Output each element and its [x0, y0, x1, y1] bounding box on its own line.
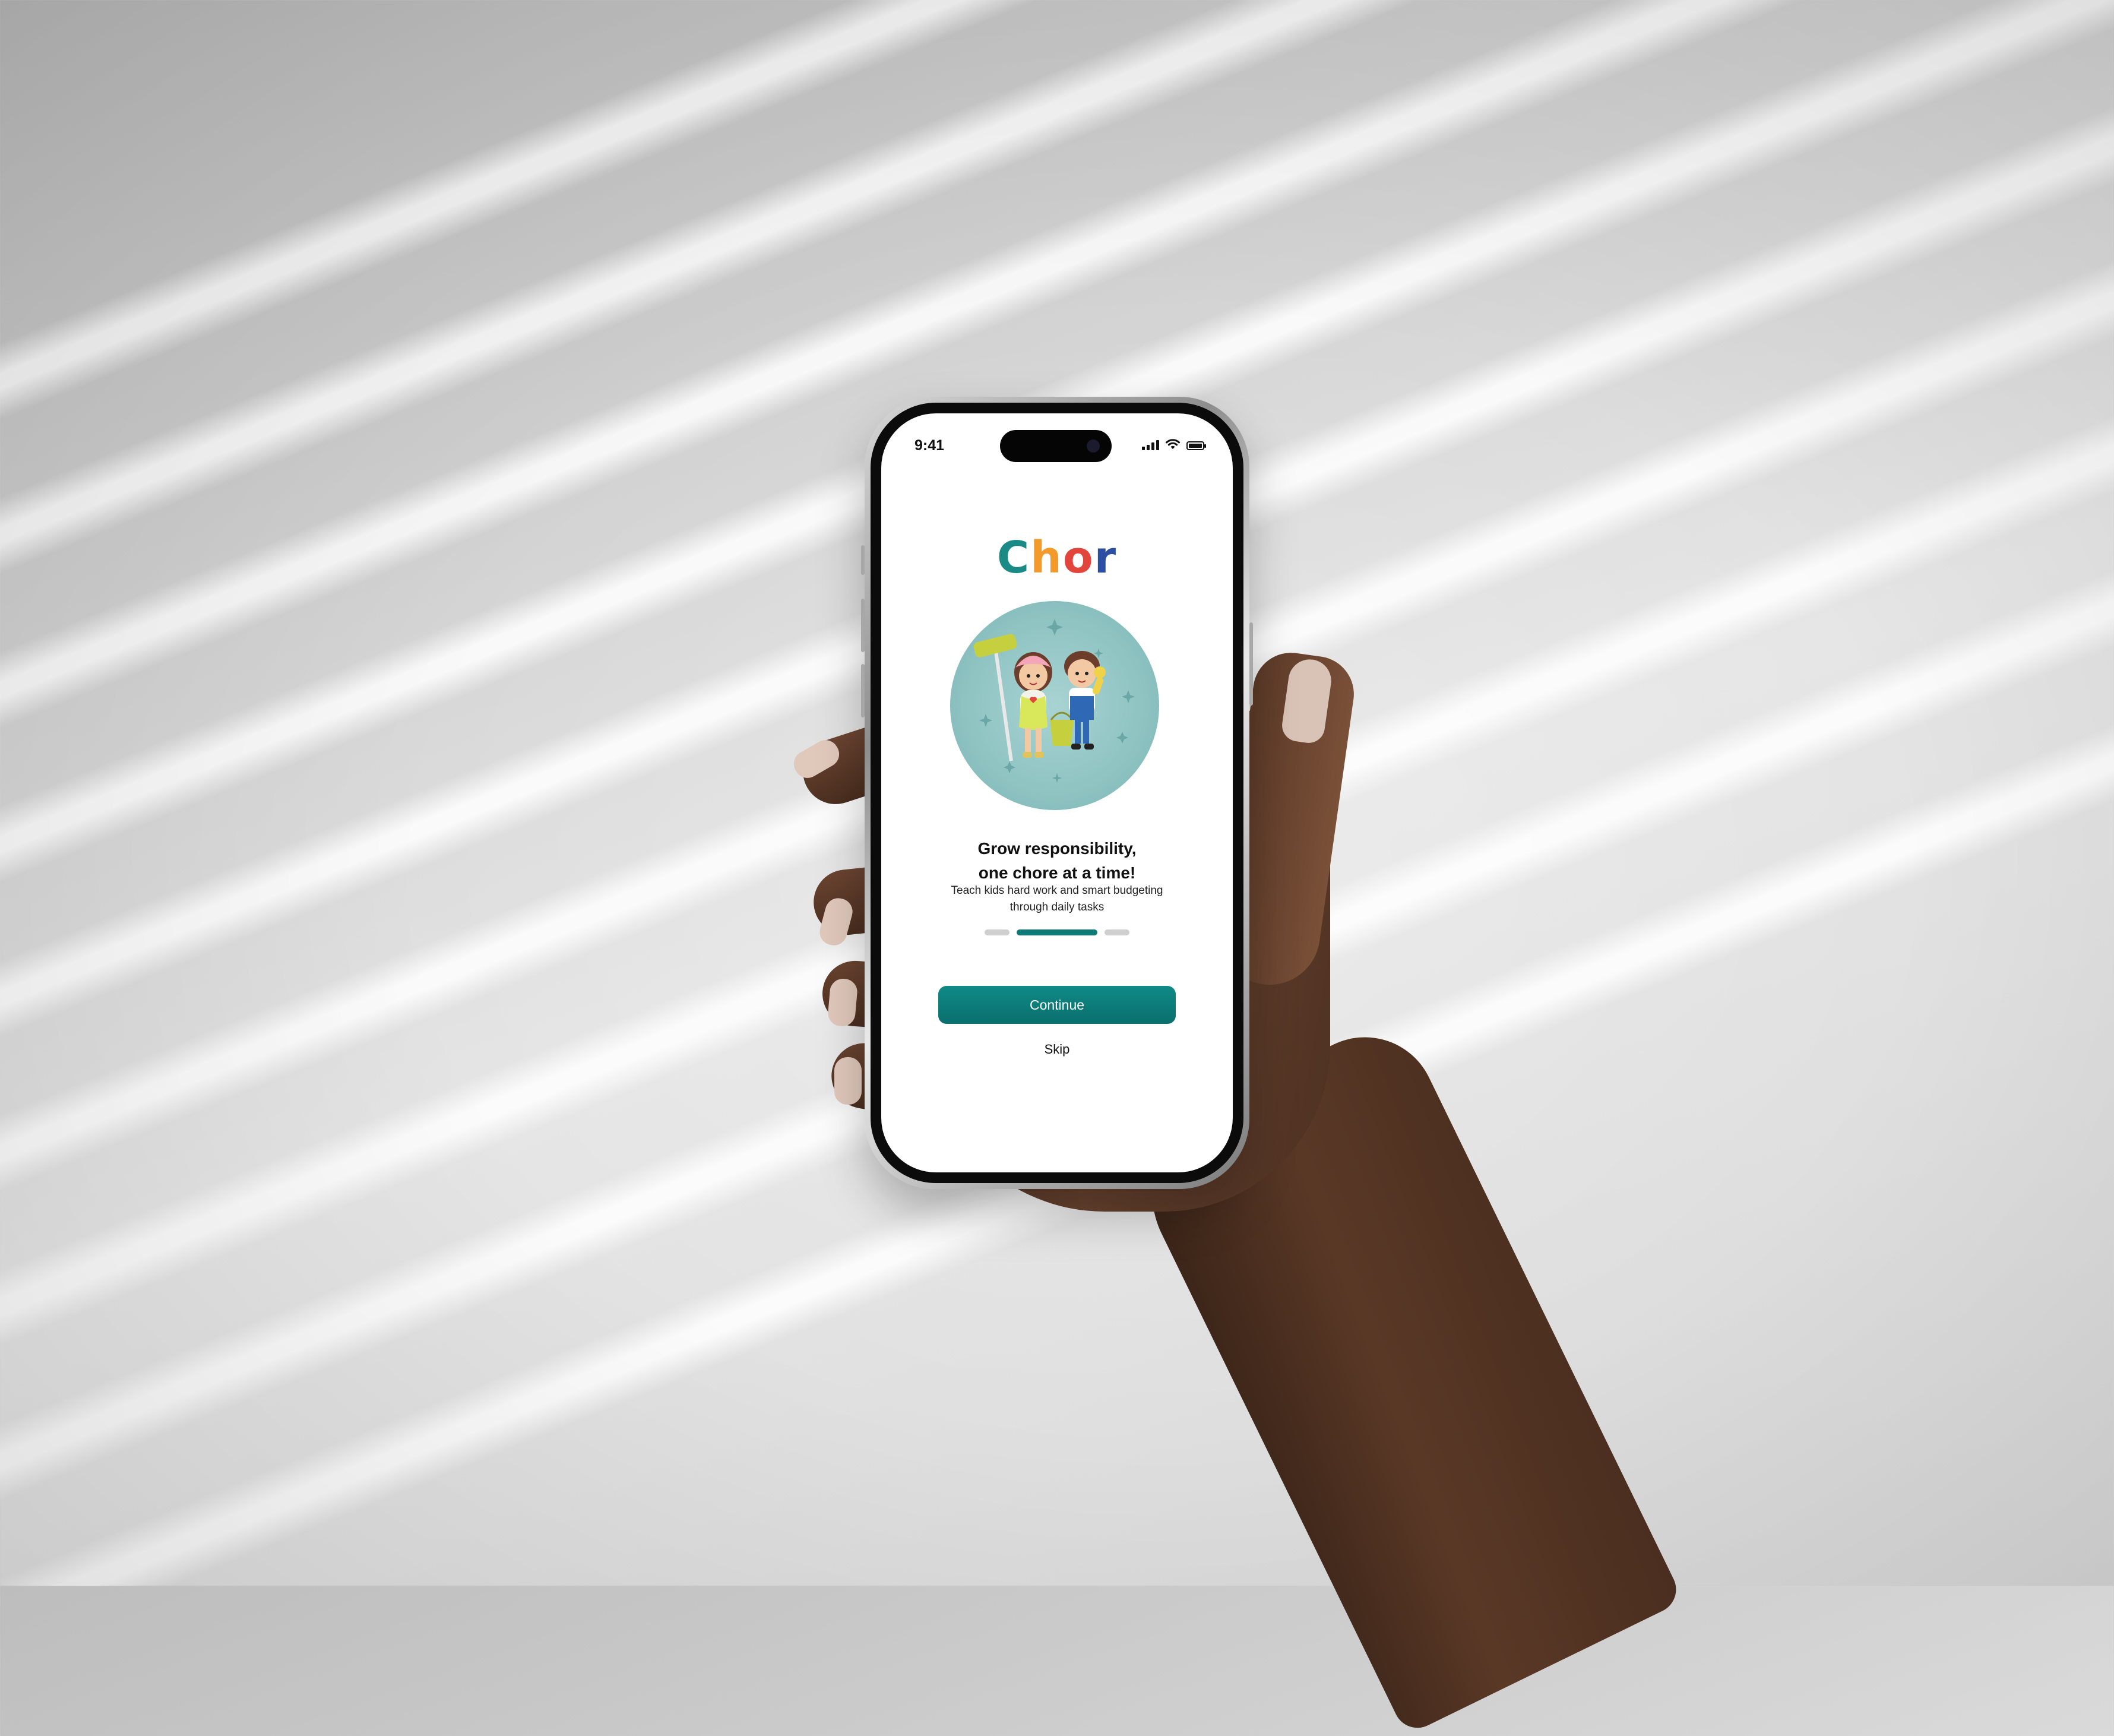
- page-dot-2[interactable]: [1017, 929, 1097, 935]
- subtitle-line-2: through daily tasks: [1009, 901, 1105, 913]
- logo-letter-r: r: [1094, 532, 1118, 583]
- title-line-1: Grow responsibility,: [977, 839, 1137, 858]
- app-screen: 9:41 Chor Grow responsibility, one chore…: [881, 413, 1233, 1172]
- page-dot-1[interactable]: [985, 929, 1009, 935]
- logo-letter-o: o: [1062, 532, 1094, 583]
- volume-up-button: [861, 599, 865, 652]
- status-time: 9:41: [914, 437, 945, 454]
- page-indicator: [881, 929, 1233, 935]
- battery-icon: [1186, 441, 1206, 450]
- skip-button[interactable]: Skip: [881, 1042, 1233, 1057]
- logo-letter-c: C: [996, 532, 1031, 583]
- hero-illustration: [950, 601, 1159, 810]
- logo-letter-h: h: [1030, 532, 1063, 583]
- action-button: [861, 545, 865, 575]
- dynamic-island: [1000, 430, 1112, 462]
- app-logo: Chor: [881, 532, 1233, 583]
- continue-button[interactable]: Continue: [938, 986, 1176, 1024]
- volume-down-button: [861, 664, 865, 717]
- page-dot-3[interactable]: [1105, 929, 1129, 935]
- status-bar: 9:41: [881, 413, 1233, 467]
- onboarding-subtitle: Teach kids hard work and smart budgeting…: [881, 883, 1233, 916]
- phone-frame: 9:41 Chor Grow responsibility, one chore…: [861, 397, 1253, 1189]
- onboarding-title: Grow responsibility, one chore at a time…: [881, 836, 1233, 885]
- signal-icon: [1142, 439, 1159, 450]
- camera-icon: [1087, 439, 1100, 453]
- wifi-icon: [1166, 439, 1180, 449]
- title-line-2: one chore at a time!: [978, 864, 1136, 882]
- power-button: [1249, 622, 1253, 706]
- subtitle-line-1: Teach kids hard work and smart budgeting: [951, 884, 1163, 897]
